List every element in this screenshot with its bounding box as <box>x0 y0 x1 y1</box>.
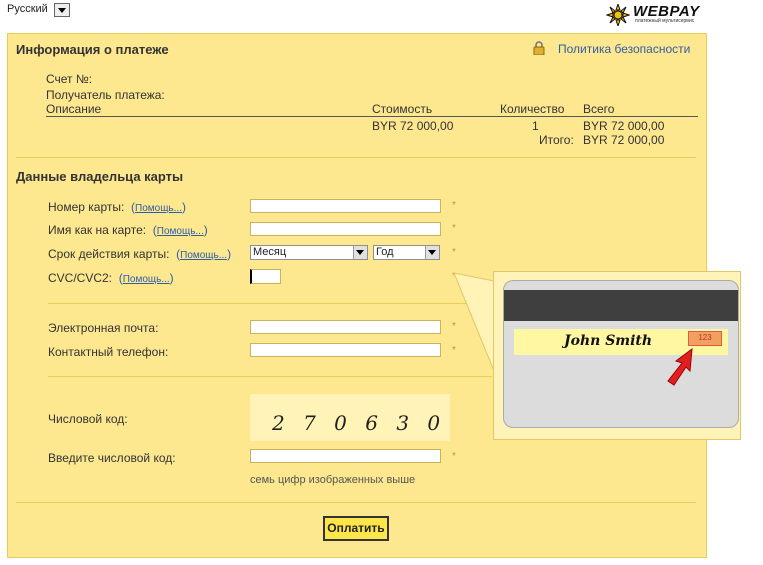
phone-label: Контактный телефон: <box>48 345 169 359</box>
help-link-card-number[interactable]: Помощь... <box>135 203 182 214</box>
row-cost: BYR 72 000,00 <box>372 119 454 133</box>
column-description: Описание <box>46 102 102 116</box>
cvc-sample-code: 123 <box>688 331 722 346</box>
card-number-input[interactable] <box>250 199 441 213</box>
section-divider <box>16 502 696 503</box>
required-mark: * <box>452 451 456 462</box>
payment-info-title: Информация о платеже <box>16 42 169 57</box>
logo-sun-icon <box>605 2 631 28</box>
card-number-label: Номер карты: <box>48 200 125 214</box>
paren-close: ) <box>181 200 186 214</box>
red-arrow-icon <box>667 347 693 386</box>
cardholder-title: Данные владельца карты <box>16 169 184 184</box>
logo-subtitle: платежный мультисервис <box>635 18 695 24</box>
name-on-card-input[interactable] <box>250 222 441 236</box>
expiry-label: Срок действия карты: <box>48 247 170 261</box>
required-mark: * <box>452 247 456 258</box>
paren-close: ) <box>227 247 232 261</box>
captcha-digits: 2 7 0 6 3 0 9 <box>271 411 471 435</box>
cvc-row-label: CVC/CVC2: (Помощь...) <box>48 271 174 285</box>
lock-icon <box>533 41 545 55</box>
cvc-input[interactable] <box>250 269 281 284</box>
required-mark: * <box>452 200 456 211</box>
email-label: Электронная почта: <box>48 321 159 335</box>
row-total: BYR 72 000,00 <box>583 119 665 133</box>
section-divider <box>16 157 696 158</box>
expiry-month-select[interactable]: Месяц <box>250 245 368 260</box>
pay-button[interactable]: Оплатить <box>323 516 389 541</box>
captcha-hint: семь цифр изображенных выше <box>250 474 416 486</box>
grand-total-label: Итого: <box>539 133 574 147</box>
account-label: Счет №: <box>46 72 93 86</box>
expiry-year-select[interactable]: Год <box>373 245 440 260</box>
grand-total-value: BYR 72 000,00 <box>583 133 665 147</box>
paren-close: ) <box>203 223 208 237</box>
month-value: Месяц <box>253 246 287 258</box>
column-cost: Стоимость <box>372 102 433 116</box>
language-label: Русский <box>7 3 48 15</box>
chevron-down-icon[interactable] <box>353 246 367 259</box>
name-on-card-label: Имя как на карте: <box>48 223 147 237</box>
column-quantity: Количество <box>500 102 565 116</box>
table-header-divider <box>46 116 698 117</box>
webpay-logo: WEBPAY платежный мультисервис <box>605 2 701 28</box>
recipient-label: Получатель платежа: <box>46 88 165 102</box>
year-value: Год <box>376 246 394 258</box>
card-number-row-label: Номер карты: (Помощь...) <box>48 200 186 214</box>
security-policy-link[interactable]: Политика безопасности <box>558 42 690 56</box>
phone-input[interactable] <box>250 343 441 357</box>
captcha-image: 2 7 0 6 3 0 9 <box>250 394 471 441</box>
cardholder-sample-name: John Smith <box>564 333 653 349</box>
section-divider <box>48 303 492 304</box>
help-link-expiry[interactable]: Помощь... <box>180 250 227 261</box>
column-total: Всего <box>583 102 615 116</box>
language-dropdown-button[interactable] <box>54 3 70 17</box>
captcha-text: 2 7 0 6 3 0 9 <box>271 411 450 435</box>
cvc-label: CVC/CVC2: <box>48 271 113 285</box>
card-back-illustration: John Smith 123 <box>503 280 739 428</box>
captcha-label: Числовой код: <box>48 412 128 426</box>
section-divider <box>48 376 492 377</box>
expiry-row-label: Срок действия карты: (Помощь...) <box>48 247 231 261</box>
required-mark: * <box>452 223 456 234</box>
chevron-down-icon[interactable] <box>425 246 439 259</box>
name-row-label: Имя как на карте: (Помощь...) <box>48 223 208 237</box>
magnetic-stripe <box>504 290 738 321</box>
captcha-input-label: Введите числовой код: <box>48 451 176 465</box>
row-quantity: 1 <box>532 119 539 133</box>
help-link-cvc[interactable]: Помощь... <box>123 274 170 285</box>
help-link-name[interactable]: Помощь... <box>157 226 204 237</box>
paren-close: ) <box>169 271 174 285</box>
tooltip-pointer <box>453 272 495 372</box>
captcha-input[interactable] <box>250 449 441 463</box>
email-input[interactable] <box>250 320 441 334</box>
